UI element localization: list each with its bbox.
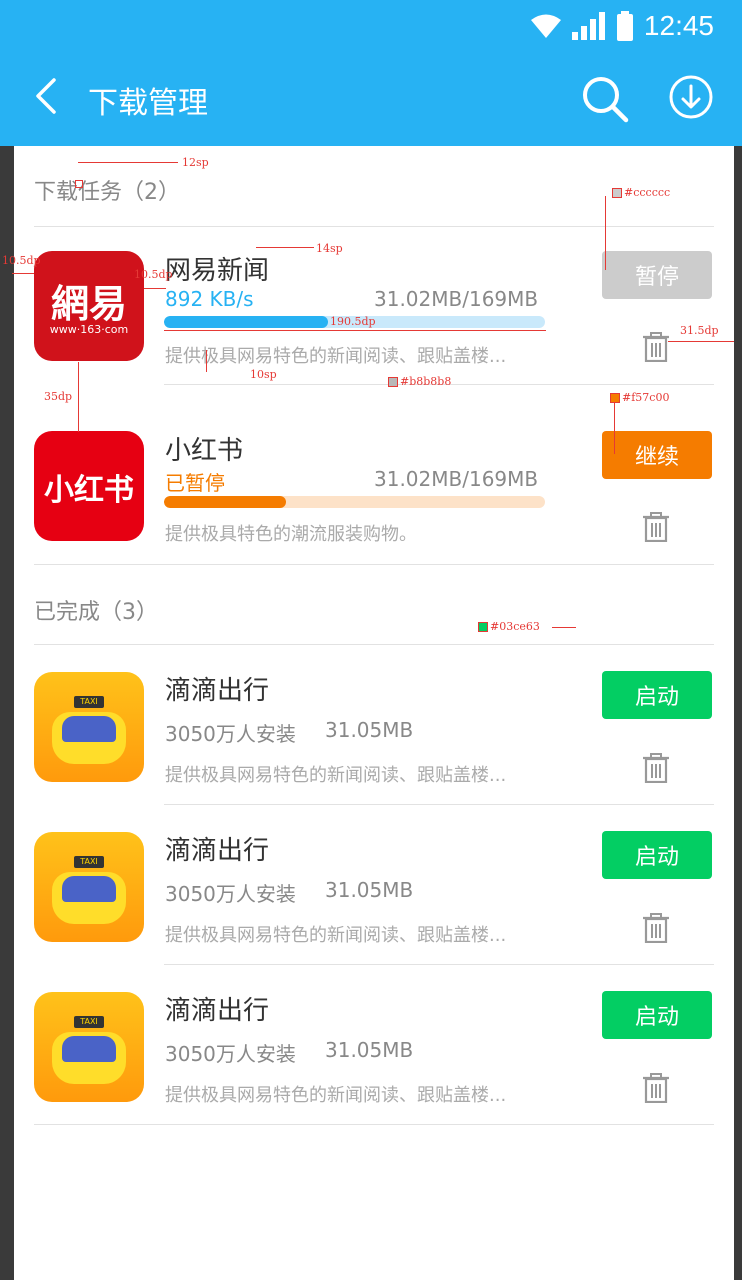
download-progress-bar <box>164 316 545 328</box>
app-description: 提供极具特色的潮流服装购物。 <box>165 524 417 545</box>
didi-taxi-icon: TAXI <box>34 672 144 782</box>
download-speed: 892 KB/s <box>165 287 254 311</box>
status-time: 12:45 <box>643 10 714 41</box>
app-size: 31.05MB <box>325 1038 414 1062</box>
row-divider <box>34 564 714 565</box>
app-description: 提供极具网易特色的新闻阅读、跟贴盖楼... <box>165 925 507 946</box>
xiaohongshu-icon: 小红书 <box>34 431 144 541</box>
download-size: 31.02MB/169MB <box>374 287 539 311</box>
pause-button[interactable]: 暂停 <box>602 251 712 299</box>
download-status: 已暂停 <box>165 471 225 495</box>
launch-button[interactable]: 启动 <box>602 831 712 879</box>
progress-fill <box>164 496 286 508</box>
install-count: 3050万人安装 <box>165 1042 296 1066</box>
search-icon[interactable] <box>580 74 630 124</box>
app-description: 提供极具网易特色的新闻阅读、跟贴盖楼... <box>165 1085 507 1106</box>
didi-taxi-icon: TAXI <box>34 992 144 1102</box>
trash-icon[interactable] <box>642 913 670 943</box>
section-divider <box>34 226 714 227</box>
trash-icon[interactable] <box>642 1073 670 1103</box>
app-size: 31.05MB <box>325 718 414 742</box>
right-frame <box>734 146 742 1280</box>
page-title: 下载管理 <box>88 86 208 121</box>
launch-button[interactable]: 启动 <box>602 991 712 1039</box>
battery-icon <box>616 11 633 41</box>
trash-icon[interactable] <box>642 753 670 783</box>
phone-screen: 12:45 下载管理 下载任务（2） 網易 www·163·com 网易新闻 8… <box>0 0 742 1280</box>
trash-icon[interactable] <box>642 512 670 542</box>
taxi-sign: TAXI <box>74 696 104 708</box>
download-size: 31.02MB/169MB <box>374 467 539 491</box>
status-bar: 12:45 <box>530 8 714 44</box>
left-frame <box>0 146 14 1280</box>
app-description: 提供极具网易特色的新闻阅读、跟贴盖楼... <box>165 346 507 367</box>
back-arrow-icon[interactable] <box>28 76 62 116</box>
signal-icon <box>571 12 605 40</box>
taxi-sign: TAXI <box>74 1016 104 1028</box>
trash-icon[interactable] <box>642 332 670 362</box>
app-name: 网易新闻 <box>165 256 270 286</box>
download-progress-bar <box>164 496 545 508</box>
progress-fill <box>164 316 328 328</box>
app-description: 提供极具网易特色的新闻阅读、跟贴盖楼... <box>165 765 507 786</box>
downloading-section-title: 下载任务（2） <box>34 180 180 205</box>
download-circle-icon[interactable] <box>668 74 714 120</box>
row-divider <box>34 1124 714 1125</box>
launch-button[interactable]: 启动 <box>602 671 712 719</box>
didi-taxi-icon: TAXI <box>34 832 144 942</box>
download-list: 下载任务（2） 網易 www·163·com 网易新闻 892 KB/s 31.… <box>14 146 734 1280</box>
taxi-sign: TAXI <box>74 856 104 868</box>
row-divider <box>164 384 714 385</box>
resume-button[interactable]: 继续 <box>602 431 712 479</box>
app-name: 小红书 <box>165 436 244 466</box>
app-name: 滴滴出行 <box>165 836 270 866</box>
app-header: 12:45 下载管理 <box>0 0 742 146</box>
app-name: 滴滴出行 <box>165 996 270 1026</box>
install-count: 3050万人安装 <box>165 882 296 906</box>
nav-bar: 下载管理 <box>0 52 742 146</box>
install-count: 3050万人安装 <box>165 722 296 746</box>
section-divider <box>34 644 714 645</box>
completed-section-title: 已完成（3） <box>34 600 158 625</box>
app-size: 31.05MB <box>325 878 414 902</box>
app-name: 滴滴出行 <box>165 676 270 706</box>
row-divider <box>164 804 714 805</box>
row-divider <box>164 964 714 965</box>
netease-news-icon: 網易 www·163·com <box>34 251 144 361</box>
wifi-icon <box>530 14 561 38</box>
